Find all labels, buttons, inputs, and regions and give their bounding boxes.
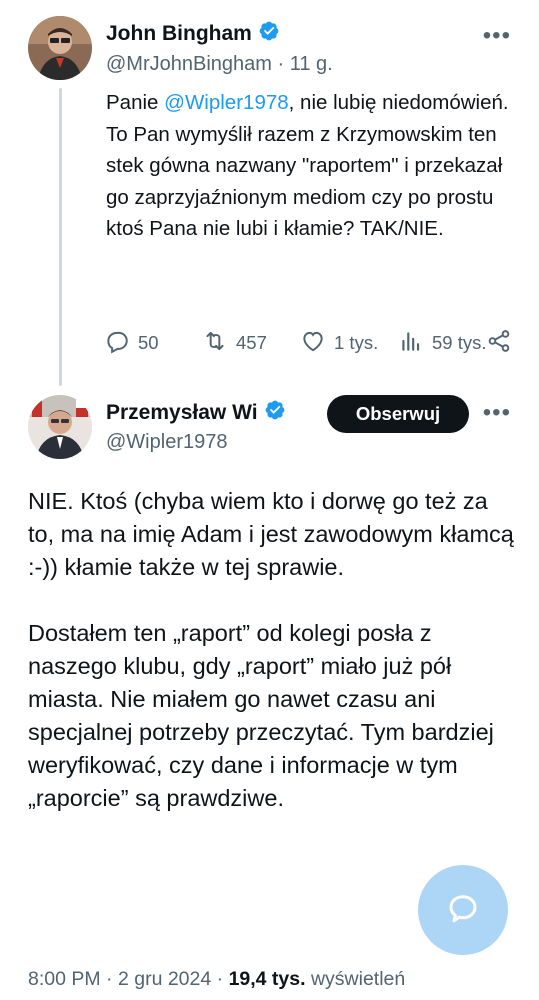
- thread-line: [59, 88, 62, 386]
- reply-parent-tweet[interactable]: John Bingham @MrJohnBingham · 11 g. ••• …: [0, 0, 539, 386]
- author-name[interactable]: John Bingham: [106, 20, 280, 48]
- like-button[interactable]: 1 tys.: [300, 328, 398, 359]
- mention-link[interactable]: @Wipler1978: [164, 91, 289, 114]
- share-icon: [486, 328, 512, 359]
- views-label: wyświetleń: [310, 968, 406, 990]
- retweet-icon: [202, 328, 228, 359]
- tweet-paragraph: NIE. Ktoś (chyba wiem kto i dorwę go też…: [28, 488, 514, 580]
- compose-button[interactable]: [418, 865, 508, 955]
- author-handle[interactable]: @Wipler1978: [106, 431, 227, 454]
- author-name[interactable]: Przemysław Wi: [106, 399, 326, 427]
- views-bars-icon: [398, 328, 424, 359]
- share-button[interactable]: [486, 328, 512, 359]
- tweet-paragraph: Dostałem ten „raport” od kolegi posła z …: [28, 620, 494, 811]
- follow-button[interactable]: Obserwuj: [327, 395, 469, 433]
- tweet-meta: 8:00 PM · 2 gru 2024 · 19,4 tys. wyświet…: [28, 968, 406, 990]
- heart-icon: [300, 328, 326, 359]
- tweet-text: NIE. Ktoś (chyba wiem kto i dorwę go też…: [28, 485, 518, 815]
- more-dots-icon[interactable]: •••: [483, 22, 511, 50]
- tweet-text: Panie @Wipler1978, nie lubię niedomówień…: [106, 91, 509, 240]
- reply-icon: [104, 328, 130, 359]
- tweet-date[interactable]: 2 gru 2024: [118, 968, 211, 990]
- verified-badge-icon: [264, 399, 286, 427]
- compose-chat-icon: [445, 890, 481, 931]
- action-bar: 50 457 1 tys. 59 tys.: [104, 328, 514, 358]
- views-count: 19,4 tys.: [228, 968, 306, 990]
- avatar-john-bingham[interactable]: [28, 16, 92, 80]
- avatar-przemyslaw-wipler[interactable]: [28, 395, 92, 459]
- author-handle[interactable]: @MrJohnBingham · 11 g.: [106, 53, 333, 76]
- retweet-button[interactable]: 457: [202, 328, 300, 359]
- verified-badge-icon: [258, 20, 280, 48]
- tweet-time[interactable]: 8:00 PM: [28, 968, 101, 990]
- more-dots-icon[interactable]: •••: [483, 399, 511, 427]
- views-button[interactable]: 59 tys.: [398, 328, 492, 359]
- reply-button[interactable]: 50: [104, 328, 202, 359]
